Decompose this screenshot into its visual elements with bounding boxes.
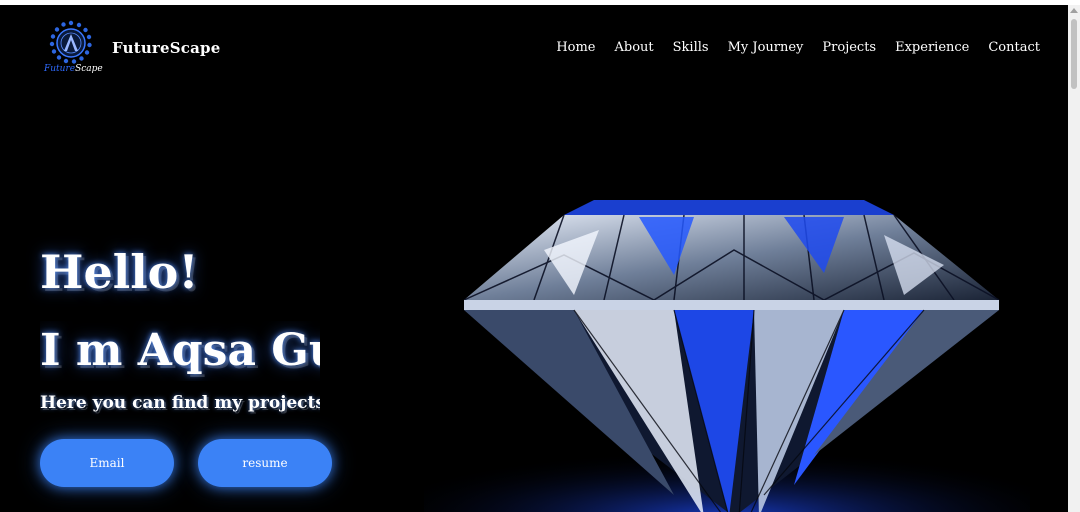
nav-contact[interactable]: Contact — [988, 40, 1040, 55]
hero-name-container: I m Aqsa Gul — [40, 321, 320, 381]
page: FutureScape FutureScape Home About Skill… — [0, 5, 1068, 512]
brand-name[interactable]: FutureScape — [112, 39, 221, 57]
nav-projects[interactable]: Projects — [822, 40, 876, 55]
main-nav: Home About Skills My Journey Projects Ex… — [556, 40, 1040, 55]
vertical-scrollbar[interactable] — [1068, 5, 1080, 512]
hero-subtitle: Here you can find my projects and — [40, 393, 320, 413]
logo-wordmark: FutureScape — [44, 64, 103, 74]
hero-subtitle-container: Here you can find my projects and — [40, 389, 320, 417]
scroll-thumb[interactable] — [1071, 19, 1077, 89]
nav-skills[interactable]: Skills — [673, 40, 709, 55]
nav-home[interactable]: Home — [556, 40, 595, 55]
nav-my-journey[interactable]: My Journey — [728, 40, 804, 55]
nav-about[interactable]: About — [615, 40, 654, 55]
scroll-up-arrow-icon[interactable] — [1070, 8, 1078, 13]
email-button[interactable]: Email — [40, 439, 174, 487]
nav-experience[interactable]: Experience — [895, 40, 969, 55]
resume-button[interactable]: resume — [198, 439, 332, 487]
hero-diamond-image — [424, 155, 1030, 512]
hero-name: I m Aqsa Gul — [40, 325, 320, 376]
hero-greeting: Hello! — [40, 245, 199, 299]
